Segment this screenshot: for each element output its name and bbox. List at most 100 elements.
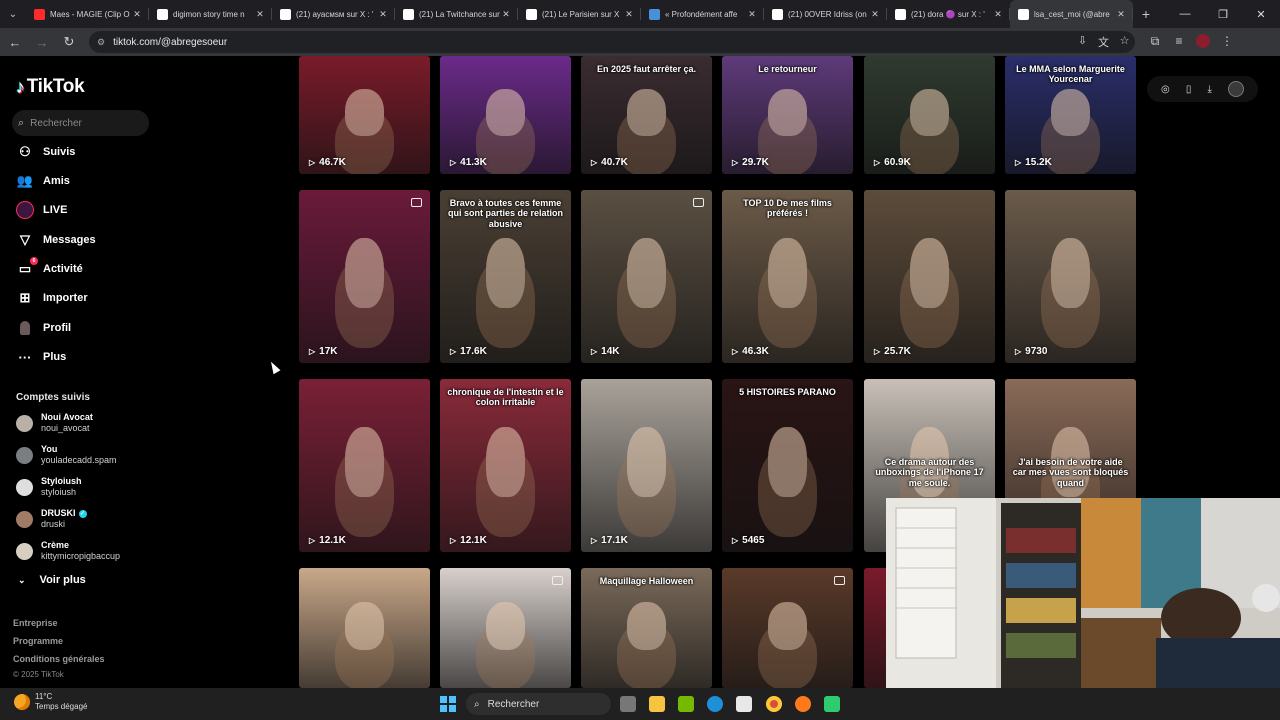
extensions-icon[interactable]: ⧉	[1143, 34, 1167, 51]
device-icon[interactable]: ▯	[1186, 84, 1192, 95]
windows-start-icon[interactable]	[440, 696, 456, 712]
upload-icon: ⊞	[19, 290, 31, 305]
sidebar-item-more[interactable]: ··· Plus	[16, 347, 67, 367]
search-input[interactable]: ⌕ Rechercher	[12, 110, 149, 136]
reload-button[interactable]: ↻	[57, 30, 81, 54]
video-thumbnail	[485, 89, 526, 137]
photo-carousel-icon	[411, 198, 422, 207]
close-tab-icon[interactable]: ✕	[992, 9, 1004, 20]
close-tab-icon[interactable]: ✕	[746, 9, 758, 20]
site-info-icon[interactable]: ⚙	[97, 37, 105, 48]
footer-link-program[interactable]: Programme	[13, 636, 63, 646]
browser-tab[interactable]: digimon story time n ✕	[149, 0, 272, 28]
chrome-menu-icon[interactable]: ⋮	[1215, 34, 1239, 51]
video-tile[interactable]: ▷ 12.1K	[299, 379, 430, 552]
followed-account[interactable]: You youladecadd.spam	[16, 444, 117, 466]
browser-tab[interactable]: (21) Le Parisien sur X ✕	[518, 0, 641, 28]
close-tab-icon[interactable]: ✕	[869, 9, 881, 20]
video-tile[interactable]: 5 HISTOIRES PARANO ▷ 5465	[722, 379, 853, 552]
weather-widget[interactable]: 11°C Temps dégagé	[14, 692, 87, 712]
sidebar-item-profile[interactable]: Profil	[16, 318, 71, 338]
task-view-icon[interactable]	[620, 696, 636, 712]
followed-account[interactable]: Styloiush styloiush	[16, 476, 82, 498]
video-tile[interactable]	[722, 568, 853, 688]
edge-icon[interactable]	[707, 696, 723, 712]
video-tile[interactable]: ▷ 46.7K	[299, 56, 430, 174]
media-icon[interactable]: ≡	[1167, 34, 1191, 51]
profile-avatar[interactable]	[1191, 33, 1215, 51]
video-tile[interactable]: Le retourneur ▷ 29.7K	[722, 56, 853, 174]
bookmark-star-icon[interactable]: ☆	[1114, 34, 1135, 50]
compass-icon[interactable]: ◎	[1161, 84, 1170, 95]
tab-title: (21) 0OVER Idriss (on	[788, 9, 867, 19]
new-tab-button[interactable]: +	[1133, 6, 1159, 22]
file-explorer-icon[interactable]	[649, 696, 665, 712]
view-count: ▷ 46.3K	[732, 346, 769, 357]
sidebar-item-following[interactable]: ⚇ Suivis	[16, 142, 75, 162]
firefox-icon[interactable]	[795, 696, 811, 712]
close-tab-icon[interactable]: ✕	[500, 9, 512, 20]
followed-account[interactable]: Crème kittymicropigbaccup	[16, 540, 120, 562]
store-icon[interactable]	[736, 696, 752, 712]
sidebar-item-live[interactable]: LIVE	[16, 200, 67, 220]
footer-link-terms[interactable]: Conditions générales	[13, 654, 105, 664]
video-tile[interactable]: ▷ 60.9K	[864, 56, 995, 174]
sidebar-item-friends[interactable]: 👥 Amis	[16, 171, 70, 191]
windows-taskbar: 11°C Temps dégagé ⌕ Rechercher	[0, 688, 1280, 720]
nvidia-icon[interactable]	[678, 696, 694, 712]
browser-tab[interactable]: lsa_cest_moi (@abre ✕	[1010, 0, 1133, 28]
video-caption: Le MMA selon Marguerite Yourcenar	[1016, 64, 1125, 85]
tab-title: digimon story time n	[173, 9, 245, 19]
video-tile[interactable]: chronique de l'intestin et le colon irri…	[440, 379, 571, 552]
video-tile[interactable]: ▷ 14K	[581, 190, 712, 363]
video-tile[interactable]: ▷ 41.3K	[440, 56, 571, 174]
chrome-icon[interactable]	[766, 696, 782, 712]
forward-button[interactable]: →	[30, 30, 54, 54]
see-more-button[interactable]: ⌄ Voir plus	[18, 574, 86, 586]
tiktok-logo[interactable]: ♪ TikTok	[16, 76, 85, 98]
video-tile[interactable]: ▷ 17K	[299, 190, 430, 363]
translate-icon[interactable]: 文	[1093, 34, 1114, 50]
browser-tab[interactable]: Maes - MAGIE (Clip O ✕	[26, 0, 149, 28]
avatar[interactable]	[1227, 81, 1244, 97]
minimize-button[interactable]: —	[1166, 0, 1204, 28]
video-tile[interactable]: Bravo à toutes ces femme qui sont partie…	[440, 190, 571, 363]
followed-account[interactable]: Noui Avocat noui_avocat	[16, 412, 93, 434]
video-tile[interactable]: En 2025 faut arrêter ça. ▷ 40.7K	[581, 56, 712, 174]
app-icon[interactable]	[824, 696, 840, 712]
tab-search-button[interactable]: ⌄	[0, 0, 26, 28]
footer-link-business[interactable]: Entreprise	[13, 618, 58, 628]
close-tab-icon[interactable]: ✕	[1115, 9, 1127, 20]
sidebar-item-activity[interactable]: ▭ 6 Activité	[16, 257, 83, 279]
friends-icon: 👥	[16, 173, 34, 188]
close-tab-icon[interactable]: ✕	[131, 9, 143, 20]
restore-button[interactable]: ❐	[1204, 0, 1242, 28]
video-caption: Ce drama autour des unboxings de l'iPhon…	[875, 457, 984, 488]
browser-tab[interactable]: (21) La Twitchance sur ✕	[395, 0, 518, 28]
activity-icon: ▭ 6	[16, 257, 38, 278]
install-app-icon[interactable]: ⇩	[1072, 34, 1093, 50]
address-bar[interactable]: ⚙ tiktok.com/@abregesoeur ⇩ 文 ☆	[89, 31, 1135, 53]
browser-tab[interactable]: (21) dora 🟣 sur X : ' ✕	[887, 0, 1010, 28]
sidebar-item-messages[interactable]: ▽ Messages	[16, 230, 96, 250]
video-tile[interactable]: ▷ 17.1K	[581, 379, 712, 552]
taskbar-search[interactable]: ⌕ Rechercher	[466, 693, 611, 715]
video-tile[interactable]: ▷ 9730	[1005, 190, 1136, 363]
back-button[interactable]: ←	[3, 30, 27, 54]
close-tab-icon[interactable]: ✕	[623, 9, 635, 20]
sidebar-item-upload[interactable]: ⊞ Importer	[16, 288, 88, 308]
close-tab-icon[interactable]: ✕	[377, 9, 389, 20]
browser-tab[interactable]: (21) 0OVER Idriss (on ✕	[764, 0, 887, 28]
video-tile[interactable]: TOP 10 De mes films préférés ! ▷ 46.3K	[722, 190, 853, 363]
video-tile[interactable]: Maquillage Halloween	[581, 568, 712, 688]
video-tile[interactable]	[299, 568, 430, 688]
close-window-button[interactable]: ✕	[1242, 0, 1280, 28]
followed-account[interactable]: DRUSKI ✓ druski	[16, 508, 87, 530]
close-tab-icon[interactable]: ✕	[254, 9, 266, 20]
browser-tab[interactable]: « Profondément affe ✕	[641, 0, 764, 28]
video-tile[interactable]: ▷ 25.7K	[864, 190, 995, 363]
video-tile[interactable]	[440, 568, 571, 688]
download-icon[interactable]: ⤓	[1207, 84, 1211, 95]
browser-tab[interactable]: (21) аyасмsм sur X : ' ✕	[272, 0, 395, 28]
video-tile[interactable]: Le MMA selon Marguerite Yourcenar ▷ 15.2K	[1005, 56, 1136, 174]
